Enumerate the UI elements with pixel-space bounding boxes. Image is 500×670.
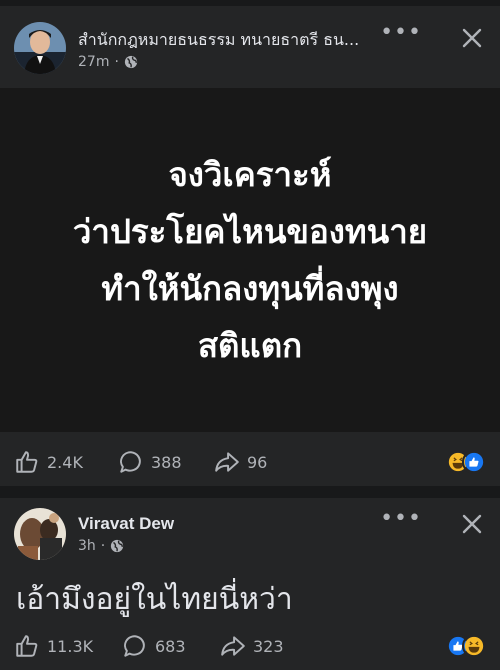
comment-icon	[124, 635, 145, 657]
thumbs-up-icon	[16, 635, 38, 657]
share-button[interactable]: 96	[214, 442, 267, 482]
share-count: 96	[247, 452, 268, 472]
image-caption-text: จงวิเคราะห์ ว่าประโยคไหนของทนาย ทำให้นัก…	[72, 155, 428, 365]
comment-count: 388	[151, 452, 182, 472]
post-actions-bar: 2.4K 388 96	[0, 442, 500, 482]
comment-button[interactable]: 388	[118, 442, 182, 482]
close-icon[interactable]	[460, 512, 484, 536]
like-button[interactable]: 2.4K	[14, 442, 83, 482]
page-avatar[interactable]	[14, 22, 66, 74]
post-meta: 27m ·	[78, 54, 138, 70]
like-button[interactable]: 11.3K	[14, 626, 93, 666]
comment-button[interactable]: 683	[122, 626, 186, 666]
feed-separator	[0, 486, 500, 498]
author-name[interactable]: Viravat Dew	[78, 514, 174, 534]
globe-icon	[111, 539, 124, 553]
share-button[interactable]: 323	[220, 626, 284, 666]
meta-dot: ·	[114, 54, 119, 70]
share-arrow-icon	[215, 452, 239, 472]
close-icon[interactable]	[460, 26, 484, 50]
post-card: สำนักกฎหมายธนธรรม ทนายธาตรี ธน... 27m · …	[0, 6, 500, 486]
post-meta: 3h ·	[78, 538, 124, 554]
person-avatar-icon	[14, 508, 66, 560]
globe-icon	[124, 55, 138, 69]
share-count: 323	[253, 636, 284, 656]
user-avatar[interactable]	[14, 508, 66, 560]
post-text: เอ้ามึงอยู่ในไทยนี่หว่า	[16, 582, 293, 617]
like-count: 2.4K	[47, 452, 83, 472]
comment-icon	[120, 451, 141, 473]
meta-dot: ·	[100, 538, 106, 554]
post-actions-bar: 11.3K 683 323	[0, 626, 500, 666]
post-card: Viravat Dew 3h · ••• เอ้ามึงอยู่ในไทยนี่…	[0, 498, 500, 670]
more-options-button[interactable]: •••	[380, 506, 422, 531]
reaction-summary[interactable]	[446, 450, 486, 474]
haha-reaction-icon	[462, 634, 486, 658]
thumbs-up-icon	[16, 451, 38, 473]
like-reaction-icon	[462, 450, 486, 474]
like-count: 11.3K	[47, 636, 94, 656]
post-time[interactable]: 27m	[78, 54, 109, 70]
reaction-summary[interactable]	[446, 634, 486, 658]
share-arrow-icon	[221, 636, 245, 656]
person-avatar-icon	[14, 22, 66, 74]
more-options-button[interactable]: •••	[380, 20, 422, 45]
author-name[interactable]: สำนักกฎหมายธนธรรม ทนายธาตรี ธน...	[78, 28, 359, 53]
post-time[interactable]: 3h	[78, 538, 96, 554]
comment-count: 683	[155, 636, 186, 656]
post-image[interactable]: จงวิเคราะห์ ว่าประโยคไหนของทนาย ทำให้นัก…	[0, 88, 500, 432]
